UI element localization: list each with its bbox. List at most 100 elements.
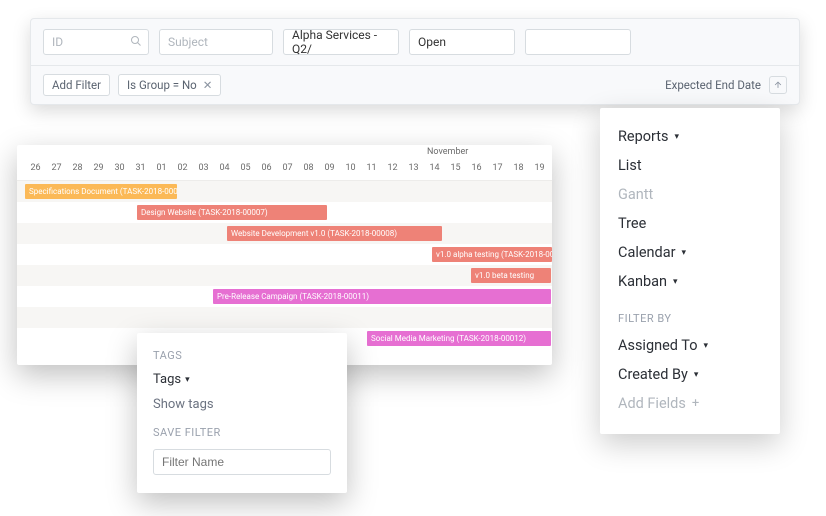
view-item-label: List [618,157,642,174]
gantt-day: 12 [382,163,403,173]
gantt-row: Design Website (TASK-2018-00007) [17,202,552,223]
view-item-gantt[interactable]: Gantt [618,180,762,209]
view-item-label: Tree [618,215,646,232]
caret-down-icon: ▾ [682,248,687,258]
gantt-day-row: 2627282930310102030405060708091011121314… [25,163,550,173]
close-icon[interactable]: ✕ [203,78,213,92]
filter-item-label: Created By [618,366,688,383]
filter-bar: ID Subject Alpha Services - Q2/ Open Add… [30,18,800,105]
gantt-day: 05 [235,163,256,173]
gantt-day: 13 [403,163,424,173]
gantt-row: Pre-Release Campaign (TASK-2018-00011) [17,286,552,307]
id-placeholder: ID [52,35,63,49]
add-filter-button[interactable]: Add Filter [43,74,110,96]
gantt-bar[interactable]: Social Media Marketing (TASK-2018-00012) [367,331,551,346]
gantt-bar[interactable]: Specifications Document (TASK-2018-00006… [25,184,177,199]
tags-section-header: TAGS [153,349,331,362]
gantt-day: 30 [109,163,130,173]
gantt-bar[interactable]: v1.0 beta testing [471,268,551,283]
tags-popover: TAGS Tags ▾ Show tags SAVE FILTER [137,333,347,493]
gantt-day: 17 [487,163,508,173]
filter-chip-is-group[interactable]: Is Group = No ✕ [118,74,221,96]
gantt-day: 10 [340,163,361,173]
blank-filter-input[interactable] [525,29,631,55]
show-tags-label: Show tags [153,397,214,412]
subject-placeholder: Subject [168,35,208,49]
id-filter-input[interactable]: ID [43,29,149,55]
status-filter-input[interactable]: Open [409,29,515,55]
filter-items: Assigned To ▾ Created By ▾ [618,331,762,389]
gantt-day: 29 [88,163,109,173]
status-value: Open [418,35,446,49]
gantt-day: 26 [25,163,46,173]
view-item-tree[interactable]: Tree [618,209,762,238]
gantt-day: 27 [46,163,67,173]
filter-name-input[interactable] [153,449,331,475]
gantt-day: 11 [361,163,382,173]
filter-by-section-header: FILTER BY [618,296,762,331]
gantt-bar[interactable]: Website Development v1.0 (TASK-2018-0000… [227,226,442,241]
search-icon [130,35,142,50]
gantt-day: 28 [67,163,88,173]
add-filter-label: Add Filter [52,78,101,92]
view-item-label: Calendar [618,244,676,261]
add-fields-label: Add Fields [618,395,686,412]
view-item-reports[interactable]: Reports ▾ [618,122,762,151]
filter-row-inputs: ID Subject Alpha Services - Q2/ Open [31,19,799,65]
view-item-label: Kanban [618,273,667,290]
project-filter-input[interactable]: Alpha Services - Q2/ [283,29,399,55]
gantt-day: 19 [529,163,550,173]
filter-row-chips: Add Filter Is Group = No ✕ Expected End … [31,65,799,104]
gantt-day: 18 [508,163,529,173]
filter-item-assigned-to[interactable]: Assigned To ▾ [618,331,762,360]
caret-down-icon: ▾ [675,132,680,142]
save-filter-section-header: SAVE FILTER [153,426,331,439]
gantt-day: 09 [319,163,340,173]
plus-icon: + [692,396,699,411]
filter-item-created-by[interactable]: Created By ▾ [618,360,762,389]
view-item-list[interactable]: List [618,151,762,180]
sort-arrow-up-icon[interactable] [769,76,787,94]
gantt-day: 15 [445,163,466,173]
gantt-body: Specifications Document (TASK-2018-00006… [17,181,552,349]
gantt-day: 16 [466,163,487,173]
gantt-day: 31 [130,163,151,173]
gantt-row [17,307,552,328]
gantt-day: 06 [256,163,277,173]
gantt-month-label: November [427,147,468,157]
view-item-calendar[interactable]: Calendar ▾ [618,238,762,267]
view-item-label: Gantt [618,186,653,203]
view-item-label: Reports [618,128,669,145]
gantt-row: v1.0 alpha testing (TASK-2018-000 [17,244,552,265]
show-tags-button[interactable]: Show tags [153,397,331,412]
sort-indicator[interactable]: Expected End Date [665,76,787,94]
gantt-day: 01 [151,163,172,173]
tags-dropdown[interactable]: Tags ▾ [153,372,331,387]
gantt-day: 02 [172,163,193,173]
view-item-kanban[interactable]: Kanban ▾ [618,267,762,296]
gantt-bar[interactable]: Pre-Release Campaign (TASK-2018-00011) [213,289,551,304]
caret-down-icon: ▾ [185,375,190,385]
caret-down-icon: ▾ [694,370,699,380]
gantt-bar[interactable]: v1.0 alpha testing (TASK-2018-000 [432,247,552,262]
caret-down-icon: ▾ [673,277,678,287]
caret-down-icon: ▾ [704,341,709,351]
gantt-row: Website Development v1.0 (TASK-2018-0000… [17,223,552,244]
gantt-day: 04 [214,163,235,173]
project-value: Alpha Services - Q2/ [292,28,390,56]
view-items: Reports ▾ List Gantt Tree Calendar ▾ Kanban ▾ [618,122,762,296]
gantt-header: November 2627282930310102030405060708091… [17,145,552,181]
filter-item-label: Assigned To [618,337,698,354]
gantt-row: Specifications Document (TASK-2018-00006… [17,181,552,202]
gantt-bar[interactable]: Design Website (TASK-2018-00007) [137,205,327,220]
subject-filter-input[interactable]: Subject [159,29,273,55]
gantt-day: 03 [193,163,214,173]
gantt-row: v1.0 beta testing [17,265,552,286]
view-menu: Reports ▾ List Gantt Tree Calendar ▾ Kanban ▾ FI… [600,108,780,434]
add-fields-button[interactable]: Add Fields + [618,389,762,418]
gantt-day: 08 [298,163,319,173]
gantt-day: 07 [277,163,298,173]
tags-label: Tags [153,372,181,387]
gantt-day: 14 [424,163,445,173]
gantt-chart: November 2627282930310102030405060708091… [17,145,552,365]
